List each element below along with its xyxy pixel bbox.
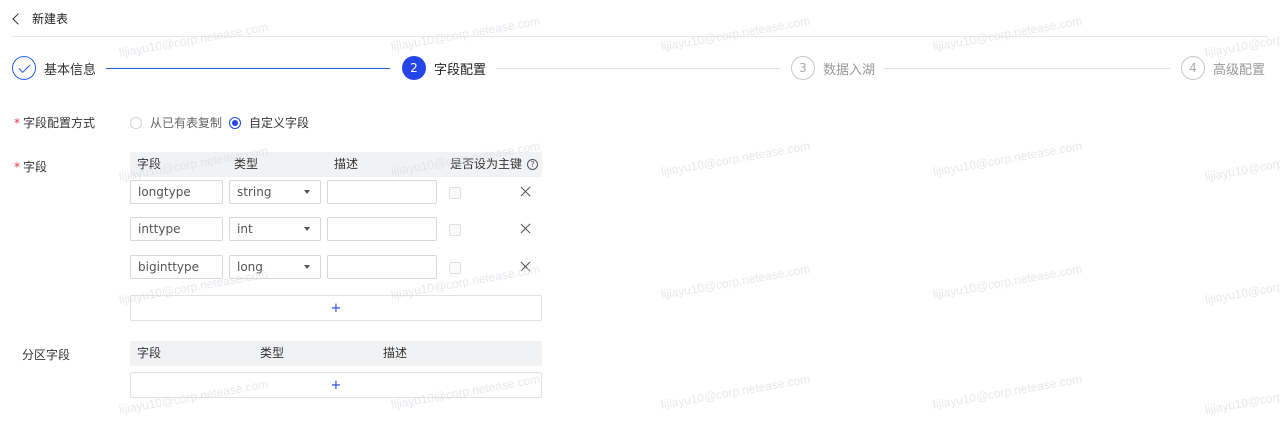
field-name-input[interactable]: longtype (130, 180, 223, 204)
partition-table-header: 字段 类型 描述 (130, 341, 542, 366)
step-connector-1 (106, 68, 390, 69)
field-type-value: int (237, 222, 253, 236)
col-header-primary: 是否设为主键? (450, 152, 539, 177)
required-mark: * (14, 116, 20, 130)
fields-label: * 字段 (14, 158, 47, 175)
partition-label: 分区字段 (22, 348, 71, 362)
step-2-label: 字段配置 (434, 62, 487, 78)
fields-table-header: 字段 类型 描述 是否设为主键? (130, 152, 542, 177)
close-icon[interactable] (519, 222, 533, 236)
step-4[interactable]: 4 高级配置 (1181, 56, 1265, 80)
close-icon[interactable] (519, 260, 533, 274)
add-partition-button[interactable]: + (130, 372, 542, 398)
field-type-select[interactable]: int (229, 217, 321, 241)
field-desc-input[interactable] (327, 255, 437, 279)
field-config-mode-text: 字段配置方式 (23, 116, 96, 130)
step-3-label: 数据入湖 (823, 62, 876, 78)
step-4-indicator: 4 (1181, 56, 1205, 80)
watermark: lijiayu10@corp.netease.com (932, 261, 1084, 302)
step-connector-2 (496, 68, 780, 69)
field-type-value: long (237, 260, 263, 274)
field-type-select[interactable]: string (229, 180, 321, 204)
col-header-type: 类型 (234, 157, 259, 171)
field-type-select[interactable]: long (229, 255, 321, 279)
radio-copy-label: 从已有表复制 (150, 116, 223, 130)
partition-col-header-desc: 描述 (383, 346, 408, 360)
field-type-value: string (237, 185, 272, 199)
fields-label-text: 字段 (23, 160, 48, 174)
watermark: lijiayu10@corp.netease.com (660, 138, 812, 179)
primary-key-checkbox[interactable] (449, 224, 461, 236)
required-mark: * (14, 160, 20, 174)
partition-col-header-type: 类型 (260, 346, 285, 360)
caret-down-icon (304, 190, 310, 194)
field-name-input[interactable]: biginttype (130, 255, 223, 279)
step-1-label: 基本信息 (44, 62, 97, 78)
add-field-button[interactable]: + (130, 295, 542, 321)
radio-checked-icon (229, 116, 241, 129)
step-2[interactable]: 2 字段配置 (402, 56, 486, 80)
radio-unchecked-icon (130, 116, 142, 129)
primary-key-checkbox[interactable] (449, 262, 461, 274)
add-partition-label: + (330, 377, 342, 393)
col-header-desc: 描述 (334, 157, 359, 171)
step-3[interactable]: 3 数据入湖 (791, 56, 875, 80)
step-3-number: 3 (799, 61, 807, 75)
col-header-primary-text: 是否设为主键 (450, 157, 523, 171)
field-name-input[interactable]: inttype (130, 217, 223, 241)
question-circle-icon[interactable]: ? (527, 159, 539, 170)
radio-copy-from-table[interactable]: 从已有表复制 (130, 114, 222, 131)
step-3-indicator: 3 (791, 56, 815, 80)
col-header-name: 字段 (137, 157, 162, 171)
step-1-indicator (12, 56, 36, 80)
field-desc-input[interactable] (327, 180, 437, 204)
watermark: lijiayu10@corp.netease.com (932, 371, 1084, 412)
stepper: 基本信息 2 字段配置 3 数据入湖 4 高级配置 (0, 0, 1280, 100)
partition-col-header-name: 字段 (137, 346, 162, 360)
step-1[interactable]: 基本信息 (12, 56, 96, 80)
watermark: lijiayu10@corp.netease.com (1204, 376, 1280, 417)
field-config-mode-label: * 字段配置方式 (14, 114, 95, 131)
caret-down-icon (304, 227, 310, 231)
radio-custom-fields[interactable]: 自定义字段 (229, 114, 309, 131)
add-field-label: + (330, 300, 342, 316)
step-4-number: 4 (1189, 61, 1197, 75)
radio-custom-label: 自定义字段 (249, 116, 310, 130)
watermark: lijiayu10@corp.netease.com (1204, 143, 1280, 184)
primary-key-checkbox[interactable] (449, 187, 461, 199)
step-2-indicator: 2 (402, 56, 426, 80)
close-icon[interactable] (519, 185, 533, 199)
caret-down-icon (304, 265, 310, 269)
watermark: lijiayu10@corp.netease.com (660, 371, 812, 412)
watermark: lijiayu10@corp.netease.com (932, 138, 1084, 179)
step-2-number: 2 (410, 61, 418, 75)
step-4-label: 高级配置 (1213, 62, 1266, 78)
step-connector-3 (884, 68, 1170, 69)
watermark: lijiayu10@corp.netease.com (1204, 266, 1280, 307)
field-desc-input[interactable] (327, 217, 437, 241)
check-icon (17, 60, 31, 73)
watermark: lijiayu10@corp.netease.com (660, 261, 812, 302)
